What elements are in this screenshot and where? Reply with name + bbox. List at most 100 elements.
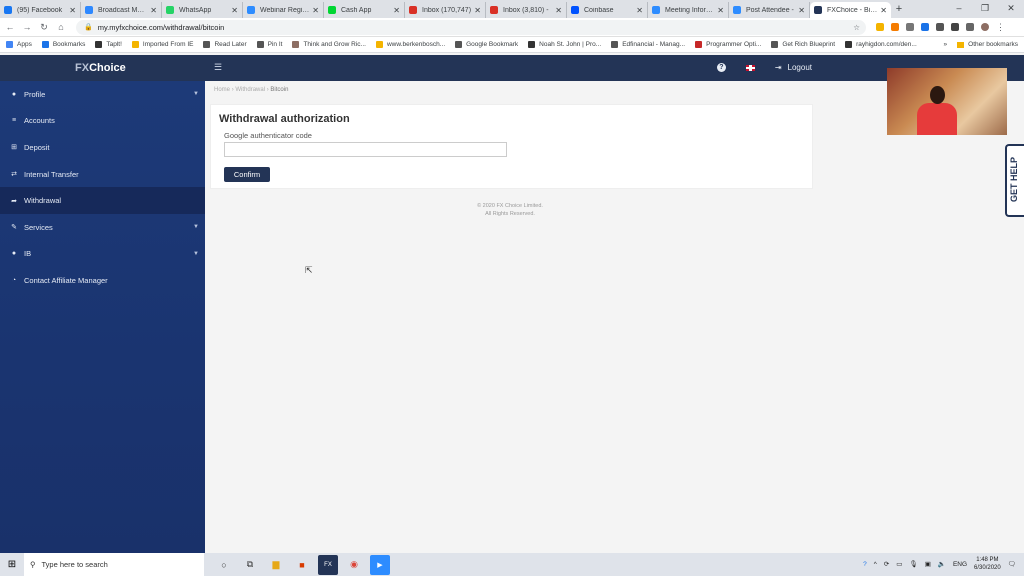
rss-icon[interactable] xyxy=(891,23,899,31)
url-text: my.myfxchoice.com/withdrawal/bitcoin xyxy=(97,22,225,32)
url-input[interactable]: 🔒 my.myfxchoice.com/withdrawal/bitcoin ☆ xyxy=(76,19,866,35)
bookmark-item[interactable]: Edfinancial - Manag... xyxy=(611,41,685,48)
question-circle-icon[interactable]: ? xyxy=(716,63,726,72)
sidebar-item-services[interactable]: ✎ Services ▼ xyxy=(0,214,205,241)
browser-tab[interactable]: (95) Facebook ✕ xyxy=(0,2,81,18)
logout-link[interactable]: Logout xyxy=(788,63,812,72)
reload-icon[interactable]: ↻ xyxy=(37,22,51,33)
bookmark-icon xyxy=(131,41,139,48)
reading-list-icon[interactable] xyxy=(966,23,974,31)
sidebar-item-deposit[interactable]: ⊞ Deposit xyxy=(0,134,205,161)
bookmark-item[interactable]: Noah St. John | Pro... xyxy=(528,41,601,48)
bookmark-icon xyxy=(6,41,13,48)
browser-tab[interactable]: Meeting Informa ✕ xyxy=(648,2,729,18)
clock[interactable]: 1:48 PM 6/30/2020 xyxy=(974,556,1001,572)
breadcrumb-withdrawal[interactable]: Withdrawal xyxy=(235,87,265,93)
windows-start-icon[interactable]: ⊞ xyxy=(0,559,24,570)
extension-icon[interactable] xyxy=(906,23,914,31)
microphone-icon[interactable]: 🎙 xyxy=(909,560,917,568)
bookmark-item[interactable]: Taplt! xyxy=(95,41,122,48)
bookmark-item[interactable]: Get Rich Blueprint xyxy=(771,41,835,48)
tab-close-icon[interactable]: ✕ xyxy=(880,6,887,15)
help-tray-icon[interactable]: ? xyxy=(863,561,867,568)
browser-tab[interactable]: Inbox (3,810) - ✕ xyxy=(486,2,567,18)
hamburger-menu-icon[interactable]: ☰ xyxy=(214,62,222,73)
tab-close-icon[interactable]: ✕ xyxy=(393,6,400,15)
maximize-button[interactable]: ❐ xyxy=(972,0,998,18)
bookmark-item[interactable]: Read Later xyxy=(203,41,247,48)
tab-close-icon[interactable]: ✕ xyxy=(231,6,238,15)
task-view-icon[interactable]: ⧉ xyxy=(240,555,260,575)
confirm-button[interactable]: Confirm xyxy=(224,167,270,182)
tab-close-icon[interactable]: ✕ xyxy=(474,6,481,15)
bookmark-item[interactable]: Apps xyxy=(6,41,32,48)
zoom-icon[interactable]: ▶ xyxy=(370,554,390,575)
tab-close-icon[interactable]: ✕ xyxy=(69,6,76,15)
browser-tab[interactable]: Cash App ✕ xyxy=(324,2,405,18)
get-help-tab[interactable]: GET HELP xyxy=(1005,144,1024,217)
bookmark-item[interactable]: Think and Grow Ric... xyxy=(292,41,366,48)
bookmark-item[interactable]: www.berkenbosch... xyxy=(375,41,445,48)
home-icon[interactable]: ⌂ xyxy=(54,22,68,32)
sidebar-item-withdrawal[interactable]: ➦ Withdrawal xyxy=(0,187,205,214)
tab-close-icon[interactable]: ✕ xyxy=(312,6,319,15)
network-icon[interactable]: ▭ xyxy=(896,560,902,568)
notifications-icon[interactable]: 🗨 xyxy=(1008,560,1016,568)
monitor-icon[interactable]: ▣ xyxy=(925,560,931,568)
browser-tab[interactable]: Coinbase ✕ xyxy=(567,2,648,18)
new-tab-button[interactable]: + xyxy=(891,2,907,18)
browser-tab[interactable]: Webinar Registr ✕ xyxy=(243,2,324,18)
sidebar-item-profile[interactable]: ● Profile ▼ xyxy=(0,81,205,108)
forward-icon[interactable]: → xyxy=(20,22,34,32)
puzzle-icon[interactable] xyxy=(951,23,959,31)
fxchoice-app-icon[interactable]: FX xyxy=(318,554,338,575)
bookmark-item[interactable]: Programmer Opti... xyxy=(695,41,761,48)
taskbar-search[interactable]: ⚲ Type here to search xyxy=(24,553,204,576)
extension-icon[interactable] xyxy=(876,23,884,31)
minimize-button[interactable]: – xyxy=(946,0,972,18)
menu-icon[interactable]: ⋮ xyxy=(996,23,1005,32)
cortana-icon[interactable]: ○ xyxy=(214,555,234,575)
tab-close-icon[interactable]: ✕ xyxy=(555,6,562,15)
sync-icon[interactable]: ⟳ xyxy=(884,560,889,568)
browser-tab[interactable]: WhatsApp ✕ xyxy=(162,2,243,18)
back-icon[interactable]: ← xyxy=(3,22,17,32)
bookmark-item[interactable]: Google Bookmark xyxy=(455,41,518,48)
bookmark-item[interactable]: Imported From IE xyxy=(131,41,193,48)
sidebar-item-internal-transfer[interactable]: ⇄ Internal Transfer xyxy=(0,161,205,188)
chevron-right-icon[interactable]: » xyxy=(944,41,948,48)
tab-close-icon[interactable]: ✕ xyxy=(717,6,724,15)
tab-close-icon[interactable]: ✕ xyxy=(636,6,643,15)
logout-icon[interactable]: ⇥ xyxy=(775,63,782,72)
browser-tab[interactable]: Post Attendee - ✕ xyxy=(729,2,810,18)
close-window-button[interactable]: ✕ xyxy=(998,0,1024,18)
sidebar-item-accounts[interactable]: ≡ Accounts xyxy=(0,108,205,135)
chevron-up-icon[interactable]: ^ xyxy=(874,561,877,568)
sidebar-item-ib[interactable]: ● IB ▼ xyxy=(0,241,205,268)
tab-close-icon[interactable]: ✕ xyxy=(150,6,157,15)
browser-tab[interactable]: FXChoice - Bitco ✕ xyxy=(810,2,891,18)
volume-icon[interactable]: 🔈 xyxy=(938,560,946,568)
star-icon[interactable]: ☆ xyxy=(853,23,860,32)
chrome-icon[interactable]: ◉ xyxy=(344,555,364,575)
browser-tab[interactable]: Broadcast Messa ✕ xyxy=(81,2,162,18)
bookmark-item[interactable]: Bookmarks xyxy=(41,41,85,48)
extension-icon[interactable] xyxy=(921,23,929,31)
other-bookmarks[interactable]: » Other bookmarks xyxy=(944,41,1018,48)
tab-close-icon[interactable]: ✕ xyxy=(798,6,805,15)
language-indicator[interactable]: ENG xyxy=(953,561,967,568)
uk-flag-icon[interactable] xyxy=(745,64,755,71)
tab-label: WhatsApp xyxy=(179,6,212,14)
office-icon[interactable]: ■ xyxy=(292,555,312,575)
fxchoice-logo[interactable]: FXChoice xyxy=(75,62,126,74)
bookmark-item[interactable]: Pin It xyxy=(256,41,282,48)
file-explorer-icon[interactable]: ▆ xyxy=(266,555,286,575)
authenticator-code-input[interactable] xyxy=(224,142,507,157)
avatar[interactable] xyxy=(981,23,989,31)
breadcrumb-home[interactable]: Home xyxy=(214,87,230,93)
browser-tab[interactable]: Inbox (170,747) ✕ xyxy=(405,2,486,18)
sidebar-item-contact-affiliate-manager[interactable]: ◔ Contact Affiliate Manager xyxy=(0,267,205,294)
bookmark-item[interactable]: rayhigdon.com/den... xyxy=(845,41,917,48)
extension-icon[interactable] xyxy=(936,23,944,31)
search-icon: ⚲ xyxy=(30,560,36,569)
